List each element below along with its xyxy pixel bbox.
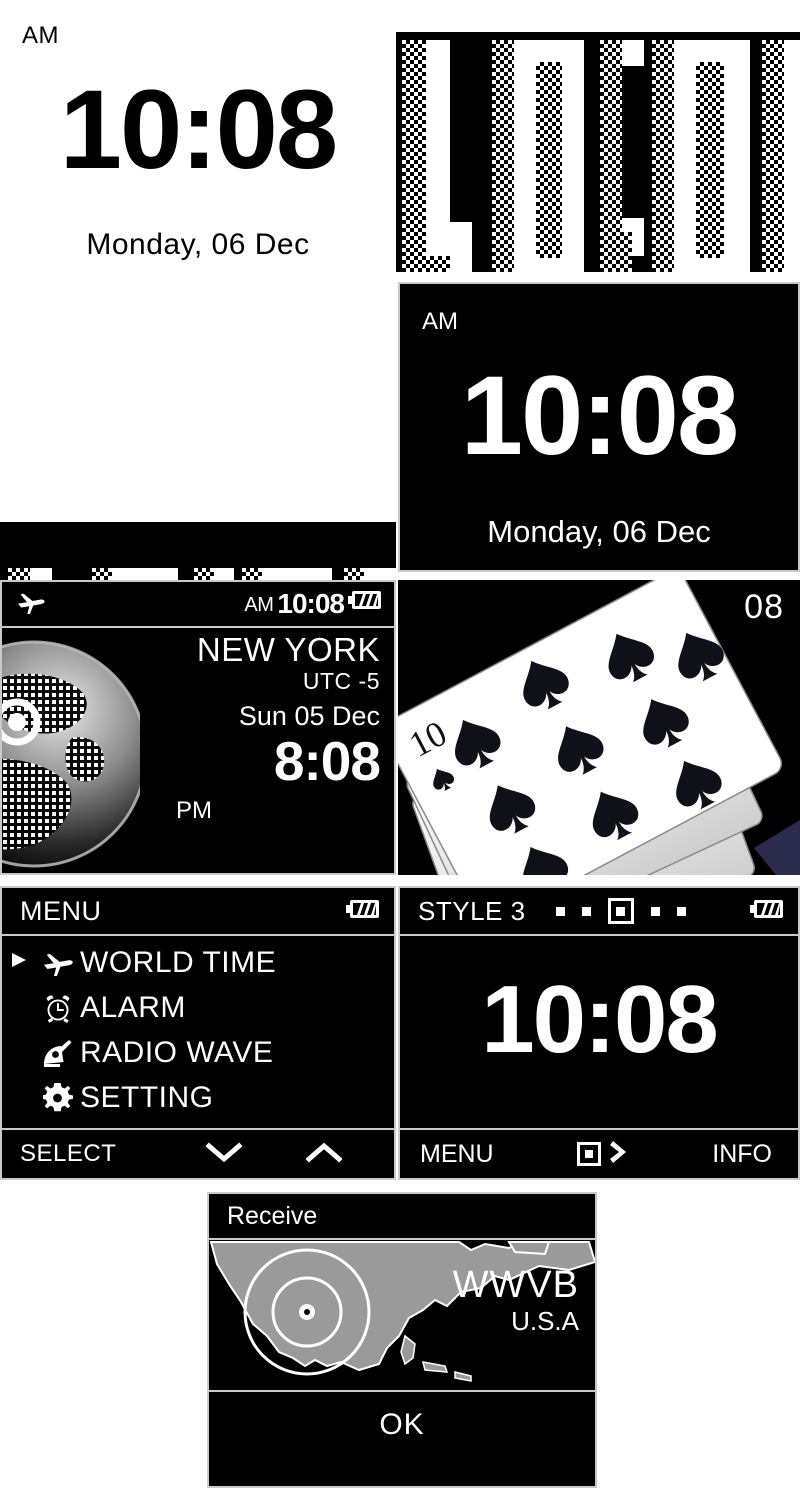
cards-illustration: 8 9 10 xyxy=(398,580,800,875)
page-indicator xyxy=(555,898,686,924)
battery-icon xyxy=(750,899,784,924)
status-meridiem: AM xyxy=(244,594,274,616)
cards-minutes: 08 xyxy=(744,588,784,626)
satellite-dish-icon xyxy=(36,1038,80,1068)
halftone-top-bar xyxy=(5,526,391,564)
style-header: STYLE 3 xyxy=(400,888,798,936)
next-style-control[interactable] xyxy=(576,1139,629,1170)
panel-style-selector: STYLE 3 10:08 MENU INFO xyxy=(398,886,800,1180)
select-button[interactable]: SELECT xyxy=(20,1140,116,1168)
menu-item-label: WORLD TIME xyxy=(80,945,277,979)
panel-clock-dark: AM 10:08 Monday, 06 Dec xyxy=(398,282,800,572)
menu-item-setting[interactable]: SETTING xyxy=(2,1075,394,1120)
receive-header: Receive xyxy=(209,1194,595,1240)
world-time-status-bar: AM 10:08 xyxy=(2,582,394,628)
world-date: Sun 05 Dec xyxy=(238,701,380,731)
receive-footer: OK xyxy=(209,1392,595,1486)
menu-item-world-time[interactable]: WORLD TIME xyxy=(2,940,394,985)
clock-time: 10:08 xyxy=(460,353,739,478)
page-dot[interactable] xyxy=(676,906,686,916)
battery-icon xyxy=(348,590,382,618)
city-name: NEW YORK xyxy=(196,631,380,668)
panel-clock-light: AM 10:08 Monday, 06 Dec xyxy=(0,0,396,278)
battery-icon xyxy=(346,899,380,924)
square-dot-icon xyxy=(576,1142,601,1166)
menu-header: MENU xyxy=(2,888,394,936)
world-clock-time: 8:08 xyxy=(273,730,381,792)
clock-time: 10:08 xyxy=(59,67,338,192)
selection-caret-icon xyxy=(2,951,36,974)
halftone-digits xyxy=(396,32,800,272)
airplane-icon xyxy=(36,950,80,976)
world-time-info: NEW YORK UTC -5 Sun 05 Dec 8:08 xyxy=(196,631,381,792)
chevron-down-icon[interactable] xyxy=(204,1141,244,1168)
style-title: STYLE 3 xyxy=(418,895,526,926)
panel-playing-cards: 08 8 9 10 xyxy=(398,580,800,875)
menu-title: MENU xyxy=(20,895,102,926)
menu-item-radio-wave[interactable]: RADIO WAVE xyxy=(2,1030,394,1075)
page-dot[interactable] xyxy=(581,906,591,916)
menu-list: WORLD TIME ALARM RADIO WAVE SETTING xyxy=(2,940,394,1120)
panel-world-time: AM 10:08 NEW YORK UTC -5 Sun 05 Dec 8:08… xyxy=(0,580,396,875)
menu-item-label: RADIO WAVE xyxy=(80,1035,274,1069)
panel-menu: MENU WORLD TIME ALARM RADIO WAVE SETTING… xyxy=(0,886,396,1180)
style-preview-time: 10:08 xyxy=(481,966,719,1073)
menu-button[interactable]: MENU xyxy=(420,1140,494,1169)
airplane-icon xyxy=(16,590,46,619)
globe-icon xyxy=(2,630,148,873)
page-dot[interactable] xyxy=(555,906,565,916)
panel-halftone-clock-top xyxy=(396,32,800,272)
ok-button[interactable]: OK xyxy=(379,1408,424,1442)
clock-date: Monday, 06 Dec xyxy=(86,228,310,261)
utc-offset: UTC -5 xyxy=(302,668,380,694)
world-meridiem: PM xyxy=(176,797,212,824)
menu-item-label: SETTING xyxy=(80,1080,214,1114)
station-country: U.S.A xyxy=(511,1306,579,1336)
receive-title: Receive xyxy=(227,1201,318,1230)
meridiem-label: AM xyxy=(422,308,458,335)
chevron-right-icon xyxy=(609,1139,629,1170)
chevron-up-icon[interactable] xyxy=(304,1141,344,1168)
menu-footer: SELECT xyxy=(2,1128,394,1178)
status-time: 10:08 xyxy=(277,588,345,619)
info-button[interactable]: INFO xyxy=(712,1140,772,1169)
clock-date: Monday, 06 Dec xyxy=(487,514,711,549)
panel-receive: Receive WWVB U.S.A OK xyxy=(207,1192,597,1488)
menu-item-label: ALARM xyxy=(80,990,186,1024)
meridiem-label: AM xyxy=(22,22,59,49)
alarm-clock-icon xyxy=(36,993,80,1023)
menu-item-alarm[interactable]: ALARM xyxy=(2,985,394,1030)
page-dot[interactable] xyxy=(650,906,660,916)
gear-icon xyxy=(36,1082,80,1113)
page-dot-active[interactable] xyxy=(607,898,634,924)
station-info: WWVB U.S.A xyxy=(453,1264,579,1336)
style-footer: MENU INFO xyxy=(400,1128,798,1178)
station-name: WWVB xyxy=(452,1264,579,1306)
